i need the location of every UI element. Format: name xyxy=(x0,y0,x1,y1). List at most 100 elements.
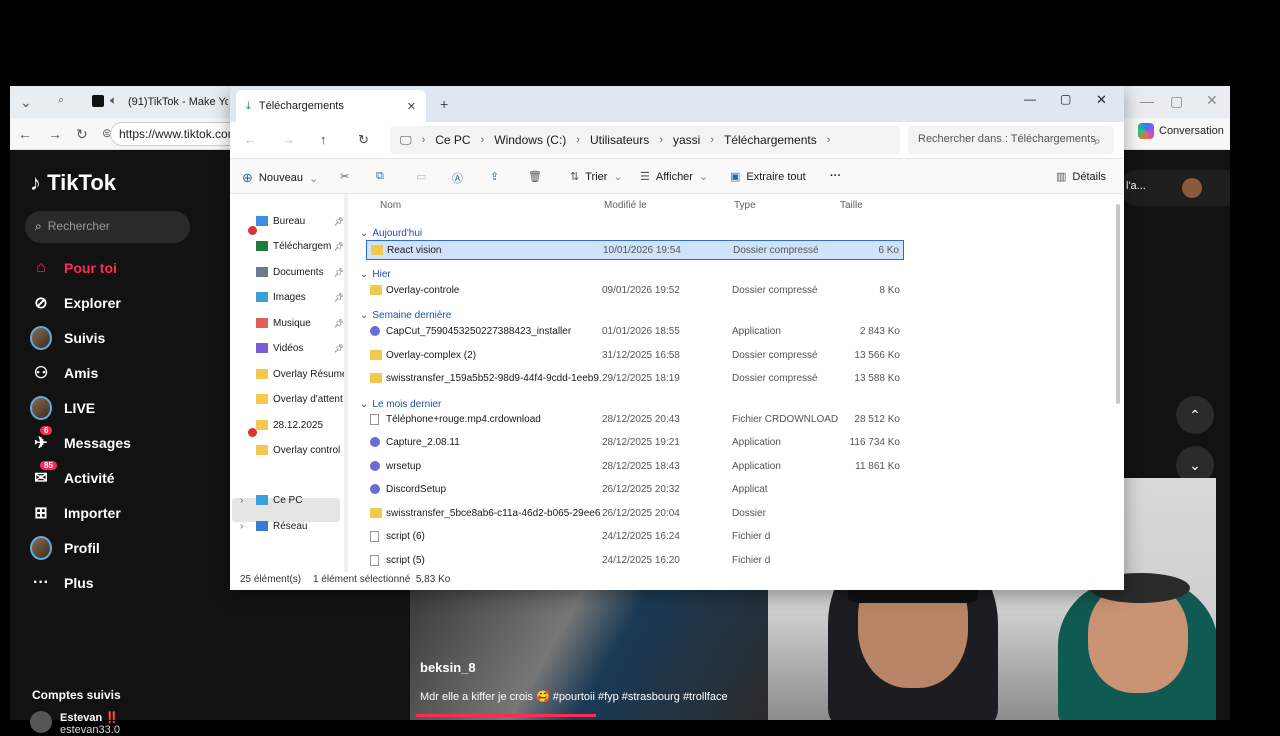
url-field[interactable]: https://www.tiktok.com xyxy=(110,122,250,146)
pin-icon[interactable]: 📌︎ xyxy=(334,319,344,328)
new-tab-icon[interactable]: + xyxy=(440,96,448,112)
rename-icon[interactable]: Ⓐ xyxy=(452,170,463,186)
following-account[interactable]: Estevan ‼️ estevan33.0 xyxy=(30,711,120,736)
search-tabs-icon[interactable]: ⌕ xyxy=(58,94,64,107)
pane-scrollbar[interactable] xyxy=(344,194,348,572)
breadcrumb-item[interactable]: Utilisateurs xyxy=(590,133,649,147)
sidebar-item-1[interactable]: ⊘ Explorer xyxy=(30,292,121,314)
column-header-type[interactable]: Type xyxy=(734,200,756,211)
minimize-icon[interactable]: — xyxy=(1140,93,1154,109)
group-header[interactable]: ⌄ Hier xyxy=(360,269,391,280)
group-header[interactable]: ⌄ Semaine dernière xyxy=(360,310,451,321)
close-tab-icon[interactable]: ✕ xyxy=(407,100,416,113)
sidebar-item-7[interactable]: ⊞ Importer xyxy=(30,502,121,524)
close-icon[interactable]: ✕ xyxy=(1206,92,1218,109)
more-options-icon[interactable]: ··· xyxy=(830,170,841,182)
pane-item[interactable]: Overlay control xyxy=(256,439,346,461)
refresh-icon[interactable]: ↻ xyxy=(358,132,369,148)
breadcrumb-item[interactable]: Windows (C:) xyxy=(494,133,566,147)
pane-item[interactable]: Images 📌︎ xyxy=(256,286,346,308)
conversation-button[interactable]: Conversation xyxy=(1138,123,1224,139)
share-icon[interactable]: ⇪ xyxy=(490,170,499,183)
explorer-tab[interactable]: ⤓ Téléchargements ✕ xyxy=(236,90,426,122)
file-row[interactable]: DiscordSetup 26/12/2025 20:32 Applicat xyxy=(366,480,904,500)
pane-item[interactable]: 28.12.2025 xyxy=(256,414,346,436)
file-row[interactable]: swisstransfer_5bce8ab6-c11a-46d2-b065-29… xyxy=(366,504,904,524)
file-row[interactable]: React vision 10/01/2026 19:54 Dossier comp… xyxy=(366,240,904,260)
refresh-icon[interactable]: ↻ xyxy=(76,126,88,143)
file-row[interactable]: script (5) 24/12/2025 16:20 Fichier d xyxy=(366,551,904,571)
group-header[interactable]: ⌄ Le mois dernier xyxy=(360,399,441,410)
chevron-right-icon[interactable]: › xyxy=(240,521,243,532)
list-scrollbar[interactable] xyxy=(1116,204,1120,404)
group-header[interactable]: ⌄ Aujourd'hui xyxy=(360,228,422,239)
pane-item[interactable]: Vidéos 📌︎ xyxy=(256,337,346,359)
minimize-icon[interactable]: — xyxy=(1024,92,1036,106)
sidebar-item-3[interactable]: ⚇ Amis xyxy=(30,362,98,384)
details-button[interactable]: ▥ Détails xyxy=(1056,170,1106,184)
file-row[interactable]: Overlay-complex (2) 31/12/2025 16:58 Dossi… xyxy=(366,346,904,366)
forward-icon[interactable]: → xyxy=(48,126,62,142)
chevron-right-icon[interactable]: › xyxy=(240,495,243,506)
sidebar-item-8[interactable]: Profil xyxy=(30,536,100,560)
speaker-icon[interactable]: 🔈︎ xyxy=(110,93,117,108)
video-username[interactable]: beksin_8 xyxy=(420,660,476,675)
breadcrumb-item[interactable]: Ce PC xyxy=(435,133,470,147)
paste-icon[interactable]: ▭ xyxy=(416,170,426,183)
sidebar-item-5[interactable]: ✈ 6 Messages xyxy=(30,426,131,454)
pane-item[interactable]: Overlay d'attent xyxy=(256,388,346,410)
pane-item[interactable]: Documents 📌︎ xyxy=(256,261,346,283)
delete-icon[interactable]: 🗑︎ xyxy=(528,170,542,183)
pin-icon[interactable]: 📌︎ xyxy=(334,344,344,353)
tiktok-logo[interactable]: ♪ TikTok xyxy=(30,170,116,196)
pane-item[interactable]: Overlay Résumé xyxy=(256,363,346,385)
sidebar-item-0[interactable]: ⌂ Pour toi xyxy=(30,257,117,279)
pin-icon[interactable]: 📌︎ xyxy=(334,217,344,226)
pane-item[interactable]: › Réseau xyxy=(240,515,346,537)
file-row[interactable]: Overlay-controle 09/01/2026 19:52 Dossier … xyxy=(366,281,904,301)
breadcrumb-item[interactable]: Téléchargements xyxy=(724,133,817,147)
pin-icon[interactable]: 📌︎ xyxy=(334,242,344,251)
close-icon[interactable]: ✕ xyxy=(1096,92,1107,108)
new-button[interactable]: ⊕ Nouveau ⌄ xyxy=(242,170,318,186)
browser-tab-title[interactable]: (91)TikTok - Make Your xyxy=(128,96,228,108)
pane-item[interactable]: › Ce PC xyxy=(240,489,346,511)
extract-all-button[interactable]: ▣ Extraire tout xyxy=(730,170,806,184)
pin-icon[interactable]: 📌︎ xyxy=(334,293,344,302)
sort-button[interactable]: ⇅ Trier ⌄ xyxy=(570,170,623,184)
cut-icon[interactable]: ✂ xyxy=(340,170,349,183)
back-icon[interactable]: ← xyxy=(18,126,32,142)
column-header-modified[interactable]: Modifié le xyxy=(604,200,647,211)
file-row[interactable]: Téléphone+rouge.mp4.crdownload 28/12/2025… xyxy=(366,410,904,430)
file-row[interactable]: Capture_2.08.11 28/12/2025 19:21 Applicati… xyxy=(366,433,904,453)
file-row[interactable]: wrsetup 28/12/2025 18:43 Application 11 861… xyxy=(366,457,904,477)
copy-icon[interactable]: ⧉ xyxy=(376,170,384,183)
file-row[interactable]: script (6) 24/12/2025 16:24 Fichier d xyxy=(366,527,904,547)
maximize-icon[interactable]: ▢ xyxy=(1170,93,1183,110)
live-pill[interactable]: l'a... xyxy=(1120,170,1230,206)
back-icon[interactable]: ← xyxy=(244,132,257,147)
tab-list-icon[interactable]: ⌄ xyxy=(20,94,32,111)
breadcrumb[interactable]: 🖵︎ › Ce PC › Windows (C:) › Utilisateurs… xyxy=(390,126,900,154)
view-button[interactable]: ☰ Afficher ⌄ xyxy=(640,170,708,184)
pane-item[interactable]: Téléchargem 📌︎ xyxy=(256,235,346,257)
explorer-search-input[interactable]: Rechercher dans : Téléchargements xyxy=(908,126,1114,154)
breadcrumb-item[interactable]: yassi xyxy=(673,133,700,147)
column-header-name[interactable]: Nom xyxy=(380,200,401,211)
up-icon[interactable]: ↑ xyxy=(320,132,327,147)
previous-video-button[interactable]: ⌃ xyxy=(1176,396,1214,434)
pane-item[interactable]: Musique 📌︎ xyxy=(256,312,346,334)
sidebar-item-9[interactable]: ··· Plus xyxy=(30,572,94,594)
column-header-size[interactable]: Taille xyxy=(840,200,863,211)
file-row[interactable]: CapCut_7590453250227388423_installer 01/0… xyxy=(366,322,904,342)
sidebar-item-4[interactable]: LIVE xyxy=(30,396,95,420)
forward-icon[interactable]: → xyxy=(282,132,295,147)
sidebar-item-2[interactable]: Suivis xyxy=(30,326,105,350)
pin-icon[interactable]: 📌︎ xyxy=(334,268,344,277)
video-progress[interactable] xyxy=(416,714,596,717)
maximize-icon[interactable]: ▢ xyxy=(1060,92,1071,106)
tiktok-search-input[interactable]: ⌕ Rechercher xyxy=(25,211,190,243)
sidebar-item-6[interactable]: ✉ 85 Activité xyxy=(30,461,115,489)
pane-item[interactable]: Bureau 📌︎ xyxy=(256,210,346,232)
file-row[interactable]: swisstransfer_159a5b52-98d9-44f4-9cdd-1e… xyxy=(366,369,904,389)
